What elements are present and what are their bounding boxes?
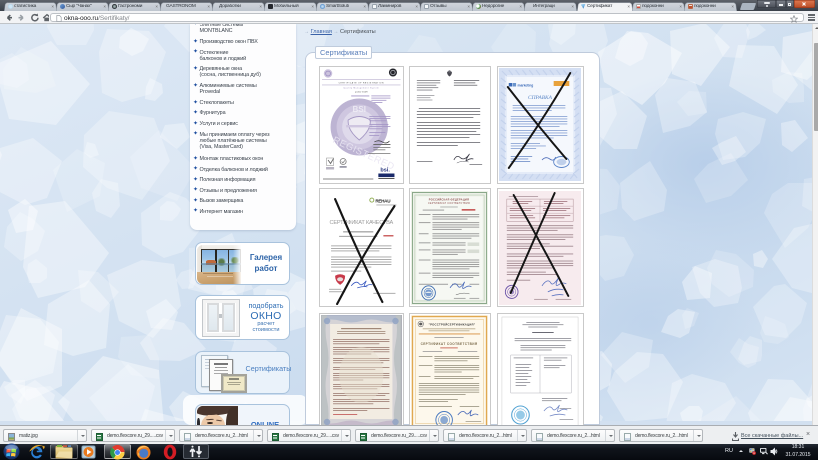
svg-text:Quality Management System: Quality Management System xyxy=(343,87,379,90)
svg-text:РОССИЙСКАЯ ФЕДЕРАЦИЯ: РОССИЙСКАЯ ФЕДЕРАЦИЯ xyxy=(429,197,469,201)
svg-text:СПРАВКА: СПРАВКА xyxy=(528,95,553,101)
svg-text:СЕРТИФИКАТ СООТВЕТСТВИЯ: СЕРТИФИКАТ СООТВЕТСТВИЯ xyxy=(428,202,470,205)
svg-text:"РОССТРОЙСЕРТИФИКАЦИЯ": "РОССТРОЙСЕРТИФИКАЦИЯ" xyxy=(429,322,476,326)
svg-text:bsi.: bsi. xyxy=(380,168,390,174)
svg-text:marketing: marketing xyxy=(518,83,534,87)
svg-text:profine GmbH: profine GmbH xyxy=(355,92,368,94)
svg-text:REHAU: REHAU xyxy=(375,198,391,203)
svg-text:BSI: BSI xyxy=(353,105,366,114)
svg-text:CERTIFICATE OF REGISTRATION: CERTIFICATE OF REGISTRATION xyxy=(339,81,384,84)
svg-text:СЕРТИФИКАТ СООТВЕТСТВИЯ: СЕРТИФИКАТ СООТВЕТСТВИЯ xyxy=(421,342,478,346)
